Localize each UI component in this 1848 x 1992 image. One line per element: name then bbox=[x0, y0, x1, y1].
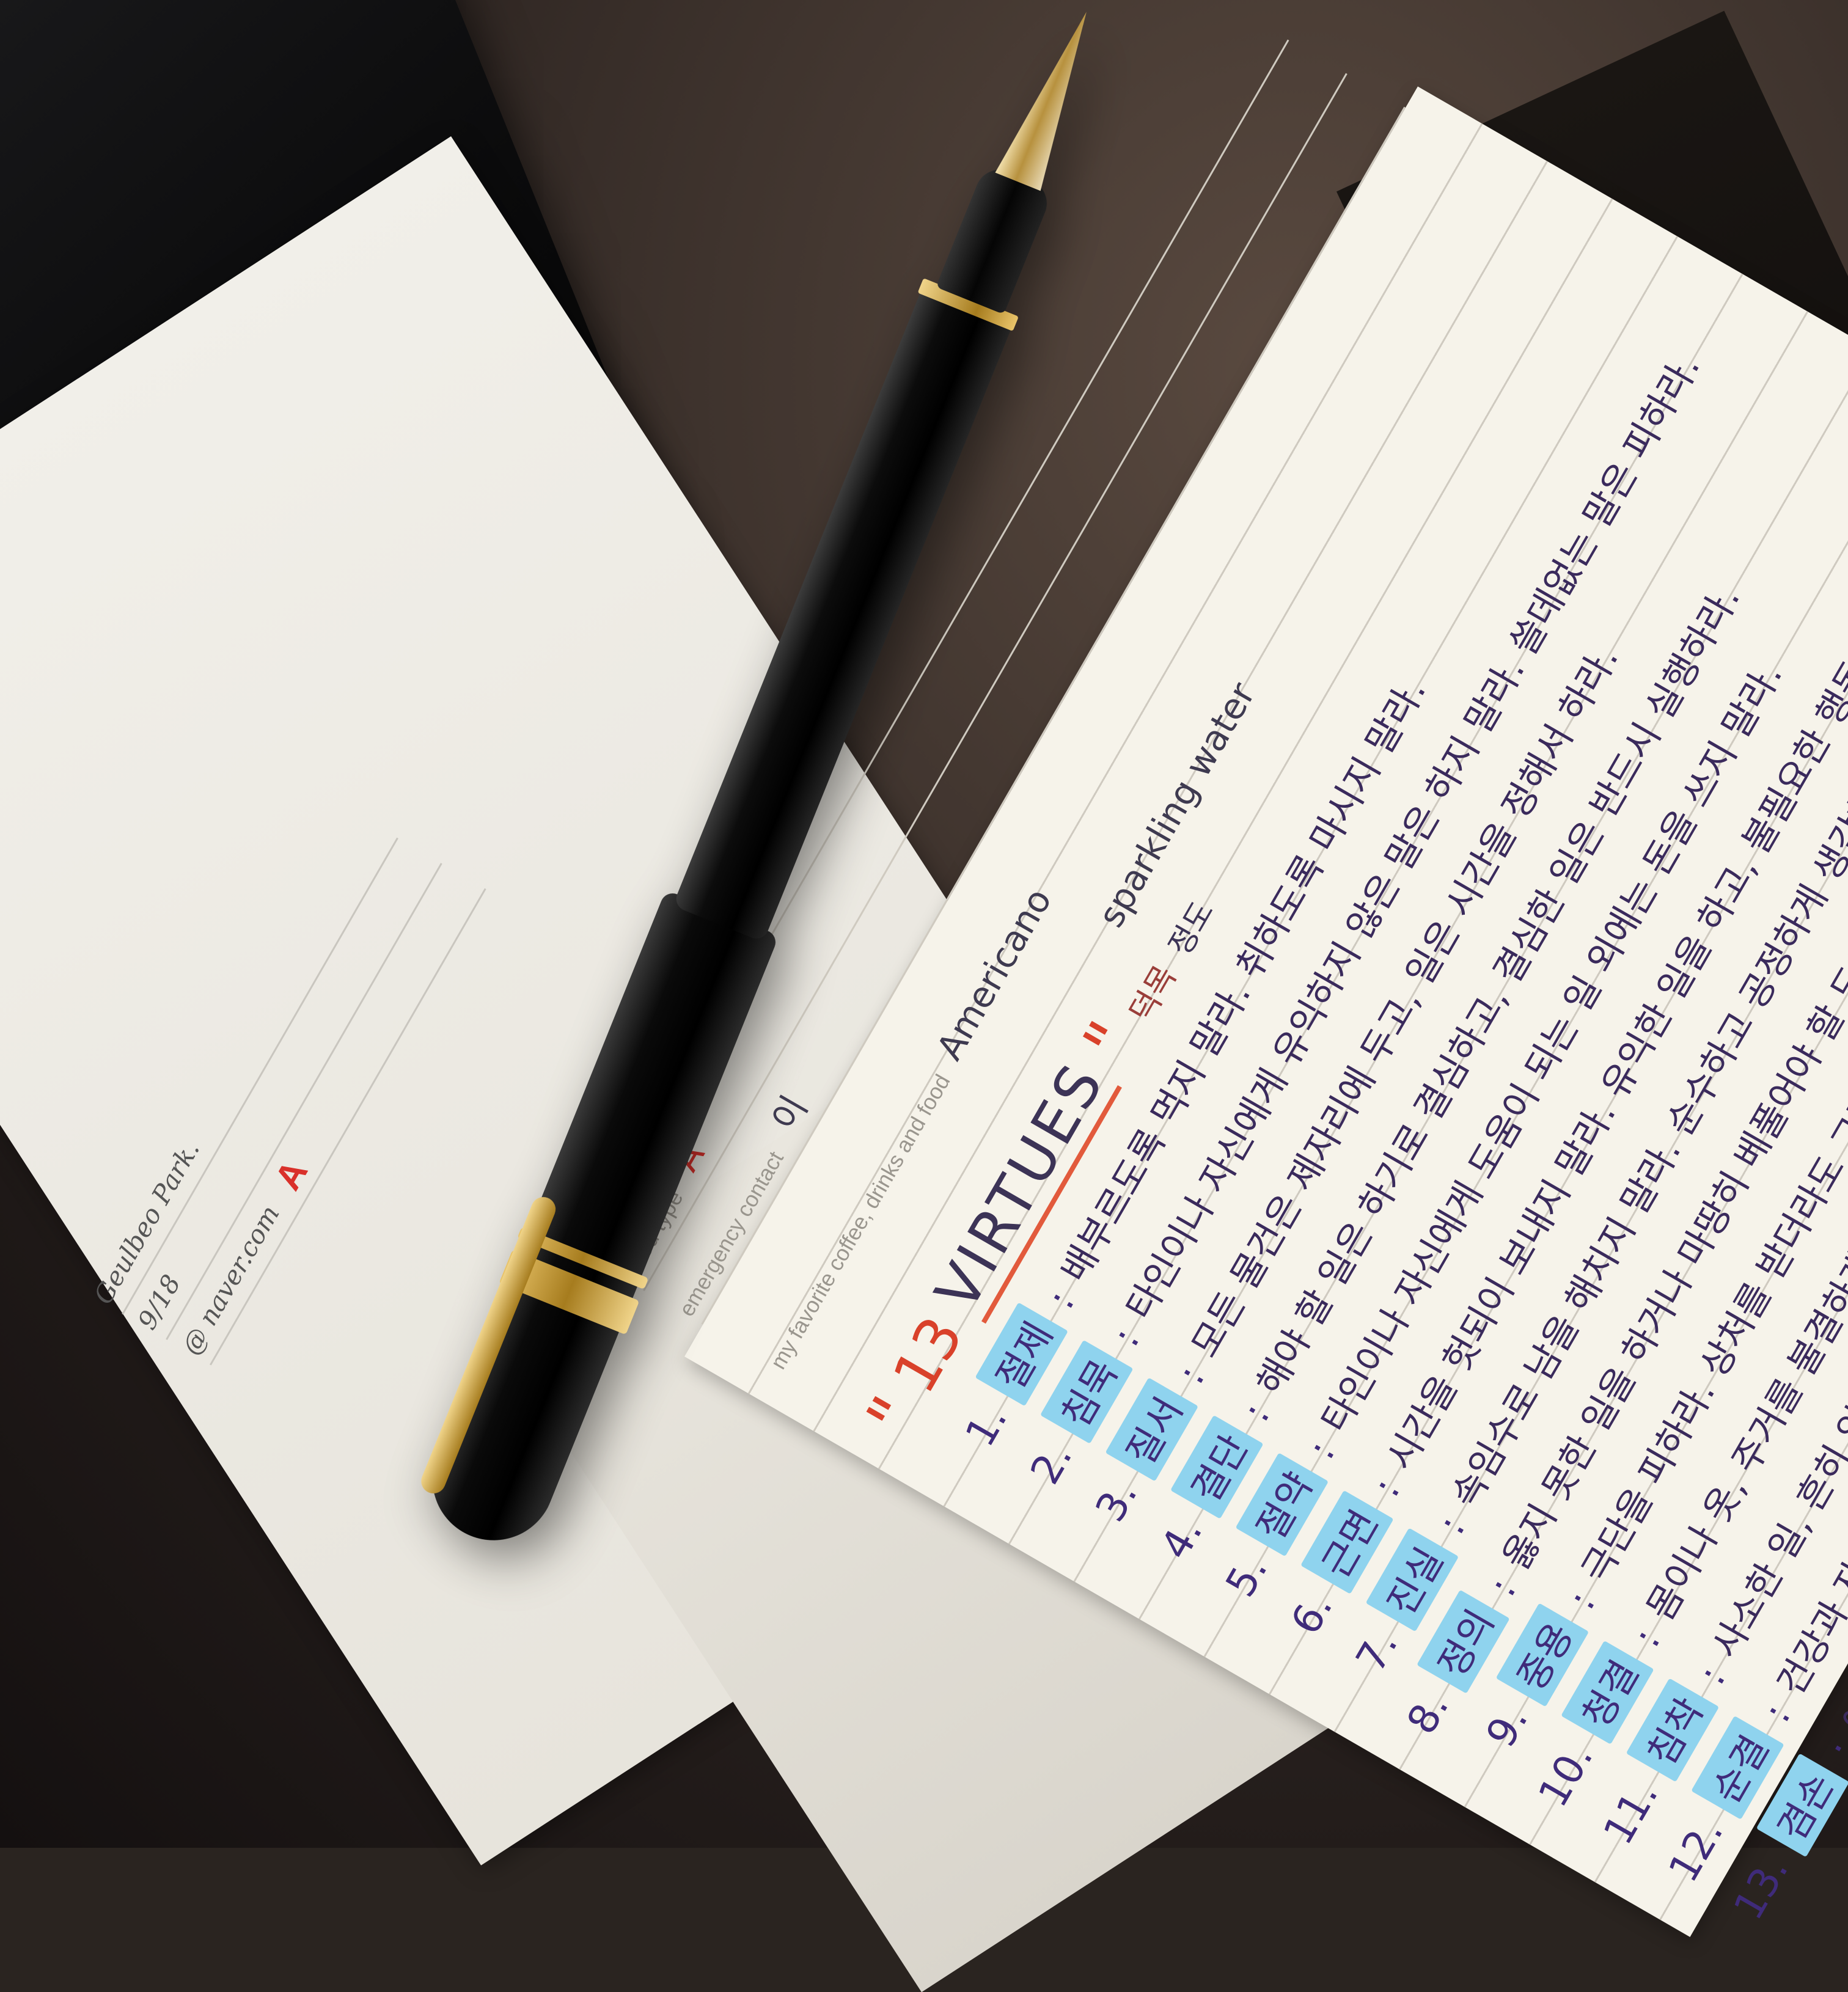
virtue-separator: : bbox=[1558, 1583, 1604, 1617]
virtue-separator: : bbox=[1168, 1358, 1214, 1392]
virtue-separator: : bbox=[1689, 1658, 1734, 1693]
virtue-number: 13. bbox=[1725, 1848, 1798, 1928]
virtue-separator: : bbox=[1103, 1320, 1148, 1354]
virtue-separator: : bbox=[1298, 1433, 1344, 1467]
open-quote: " bbox=[851, 1383, 935, 1450]
virtue-separator: : bbox=[1038, 1283, 1084, 1317]
virtue-separator: : bbox=[1624, 1620, 1670, 1655]
form-mark: A bbox=[266, 1153, 315, 1197]
close-quote: " bbox=[1068, 1008, 1151, 1075]
virtue-separator: : bbox=[1233, 1395, 1278, 1429]
virtue-separator: : bbox=[1428, 1508, 1474, 1542]
virtue-separator: : bbox=[1754, 1696, 1800, 1730]
virtue-separator: : bbox=[1480, 1570, 1525, 1604]
emergency-contact-value: 이 bbox=[763, 1088, 816, 1138]
photo-scene: Geulbeo Park. 9/18 @ naver.com A allergi… bbox=[0, 0, 1848, 1992]
virtue-separator: : bbox=[1819, 1734, 1848, 1768]
virtue-separator: : bbox=[1363, 1470, 1409, 1504]
